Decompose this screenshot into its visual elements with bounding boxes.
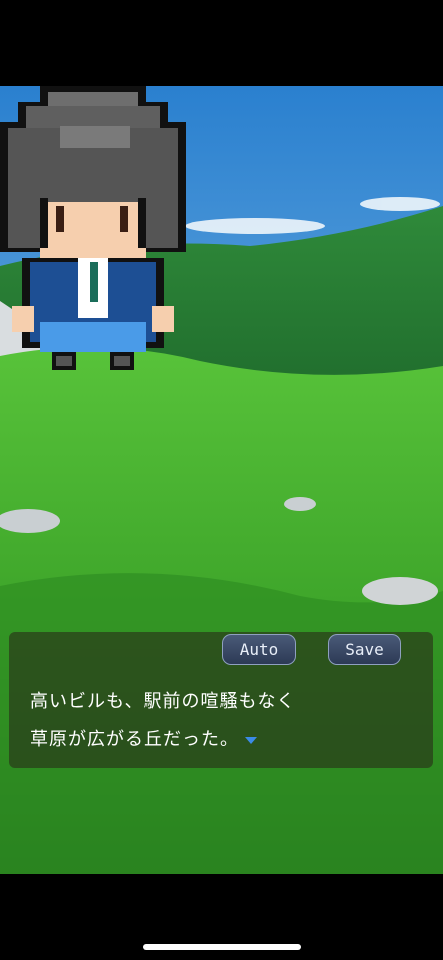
home-indicator[interactable]	[143, 944, 301, 950]
character-sprite	[0, 86, 186, 370]
dialog-line-2: 草原が広がる丘だった。	[30, 729, 239, 750]
continue-arrow-icon	[245, 736, 257, 744]
auto-button[interactable]: Auto	[222, 634, 296, 665]
dialog-line-1: 高いビルも、駅前の喧騒もなく	[30, 691, 296, 712]
save-button[interactable]: Save	[328, 634, 401, 665]
dialog-text: 高いビルも、駅前の喧騒もなく 草原が広がる丘だった。	[30, 683, 295, 759]
